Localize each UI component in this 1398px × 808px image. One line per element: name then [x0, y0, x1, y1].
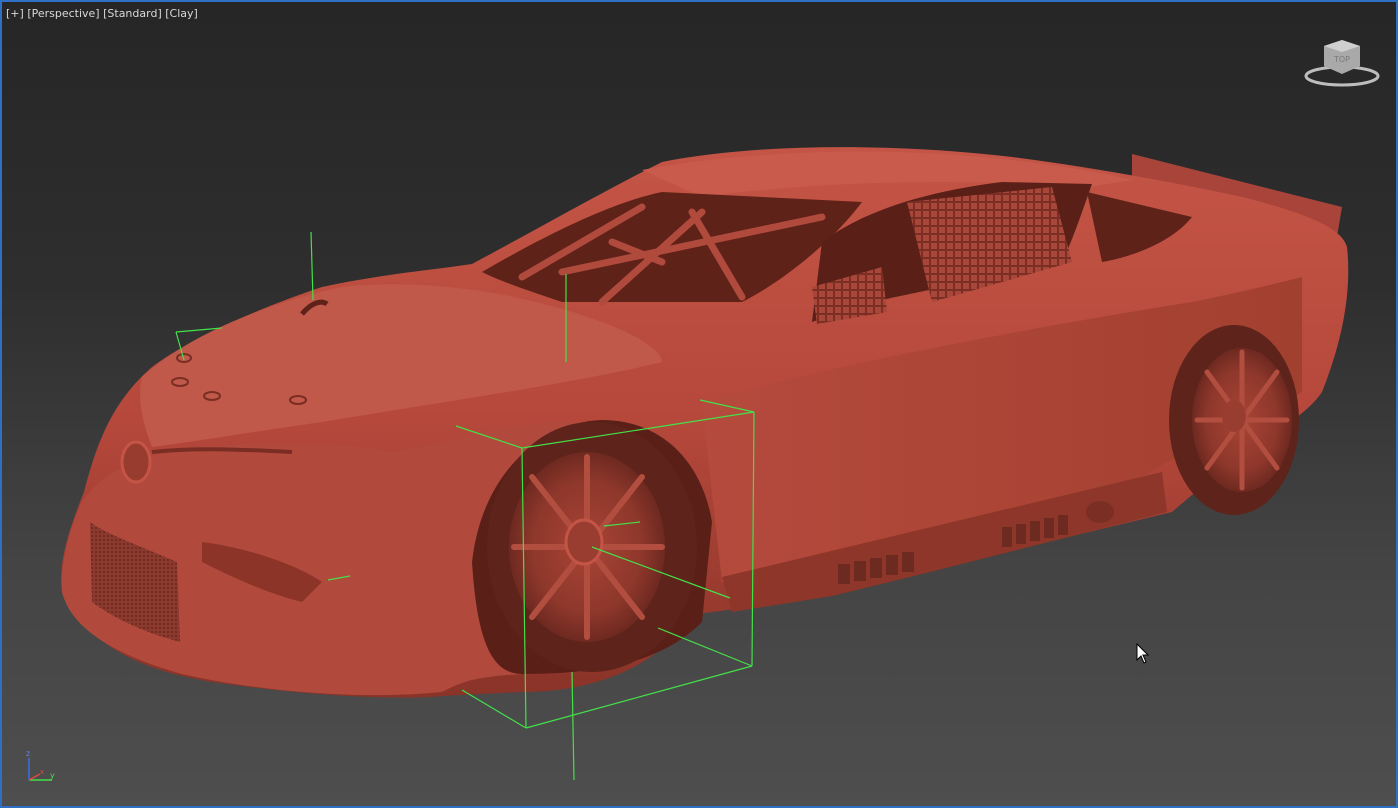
axis-tripod: z x y	[22, 746, 62, 786]
rear-wheel[interactable]	[1169, 325, 1299, 515]
viewcube[interactable]: TOP	[1302, 36, 1382, 92]
mouse-cursor-icon	[1136, 642, 1150, 665]
axis-y-label: y	[50, 771, 55, 780]
viewcube-face-label: TOP	[1333, 55, 1350, 64]
scene-render[interactable]	[2, 2, 1396, 806]
axis-z-label: z	[26, 749, 30, 758]
perspective-viewport[interactable]: [+] [Perspective] [Standard] [Clay] TOP …	[0, 0, 1398, 808]
car-model[interactable]	[61, 147, 1349, 698]
axis-x-label: x	[40, 768, 44, 776]
